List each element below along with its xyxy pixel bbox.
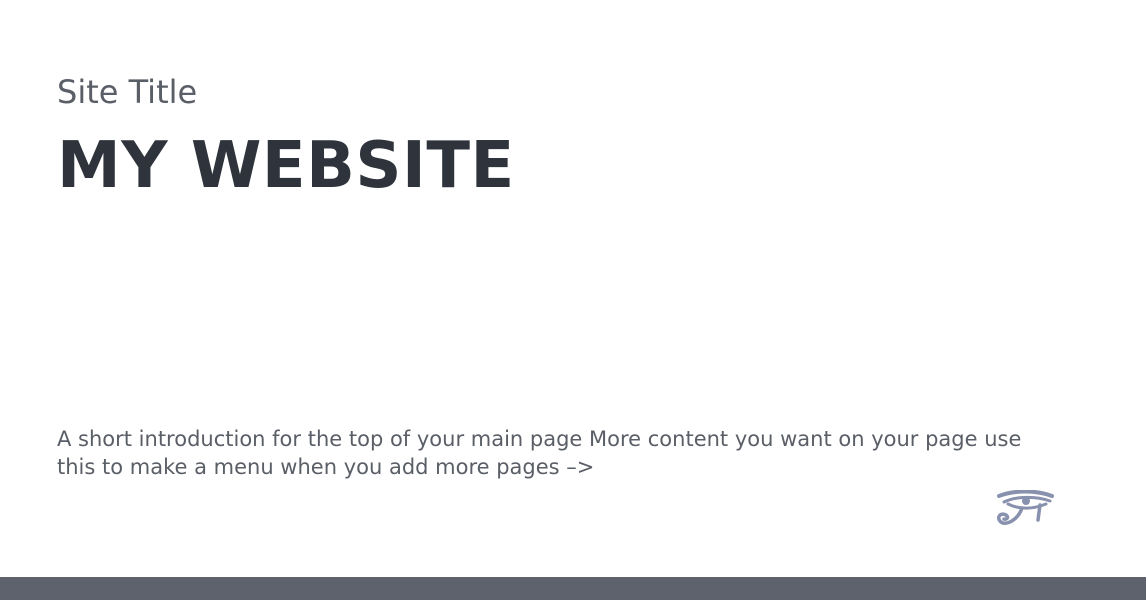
site-title: Site Title [57, 73, 198, 111]
intro-paragraph: A short introduction for the top of your… [57, 427, 1022, 479]
page-title: MY WEBSITE [57, 129, 515, 203]
eye-of-horus-icon [996, 489, 1056, 532]
footer-bar [0, 577, 1146, 600]
